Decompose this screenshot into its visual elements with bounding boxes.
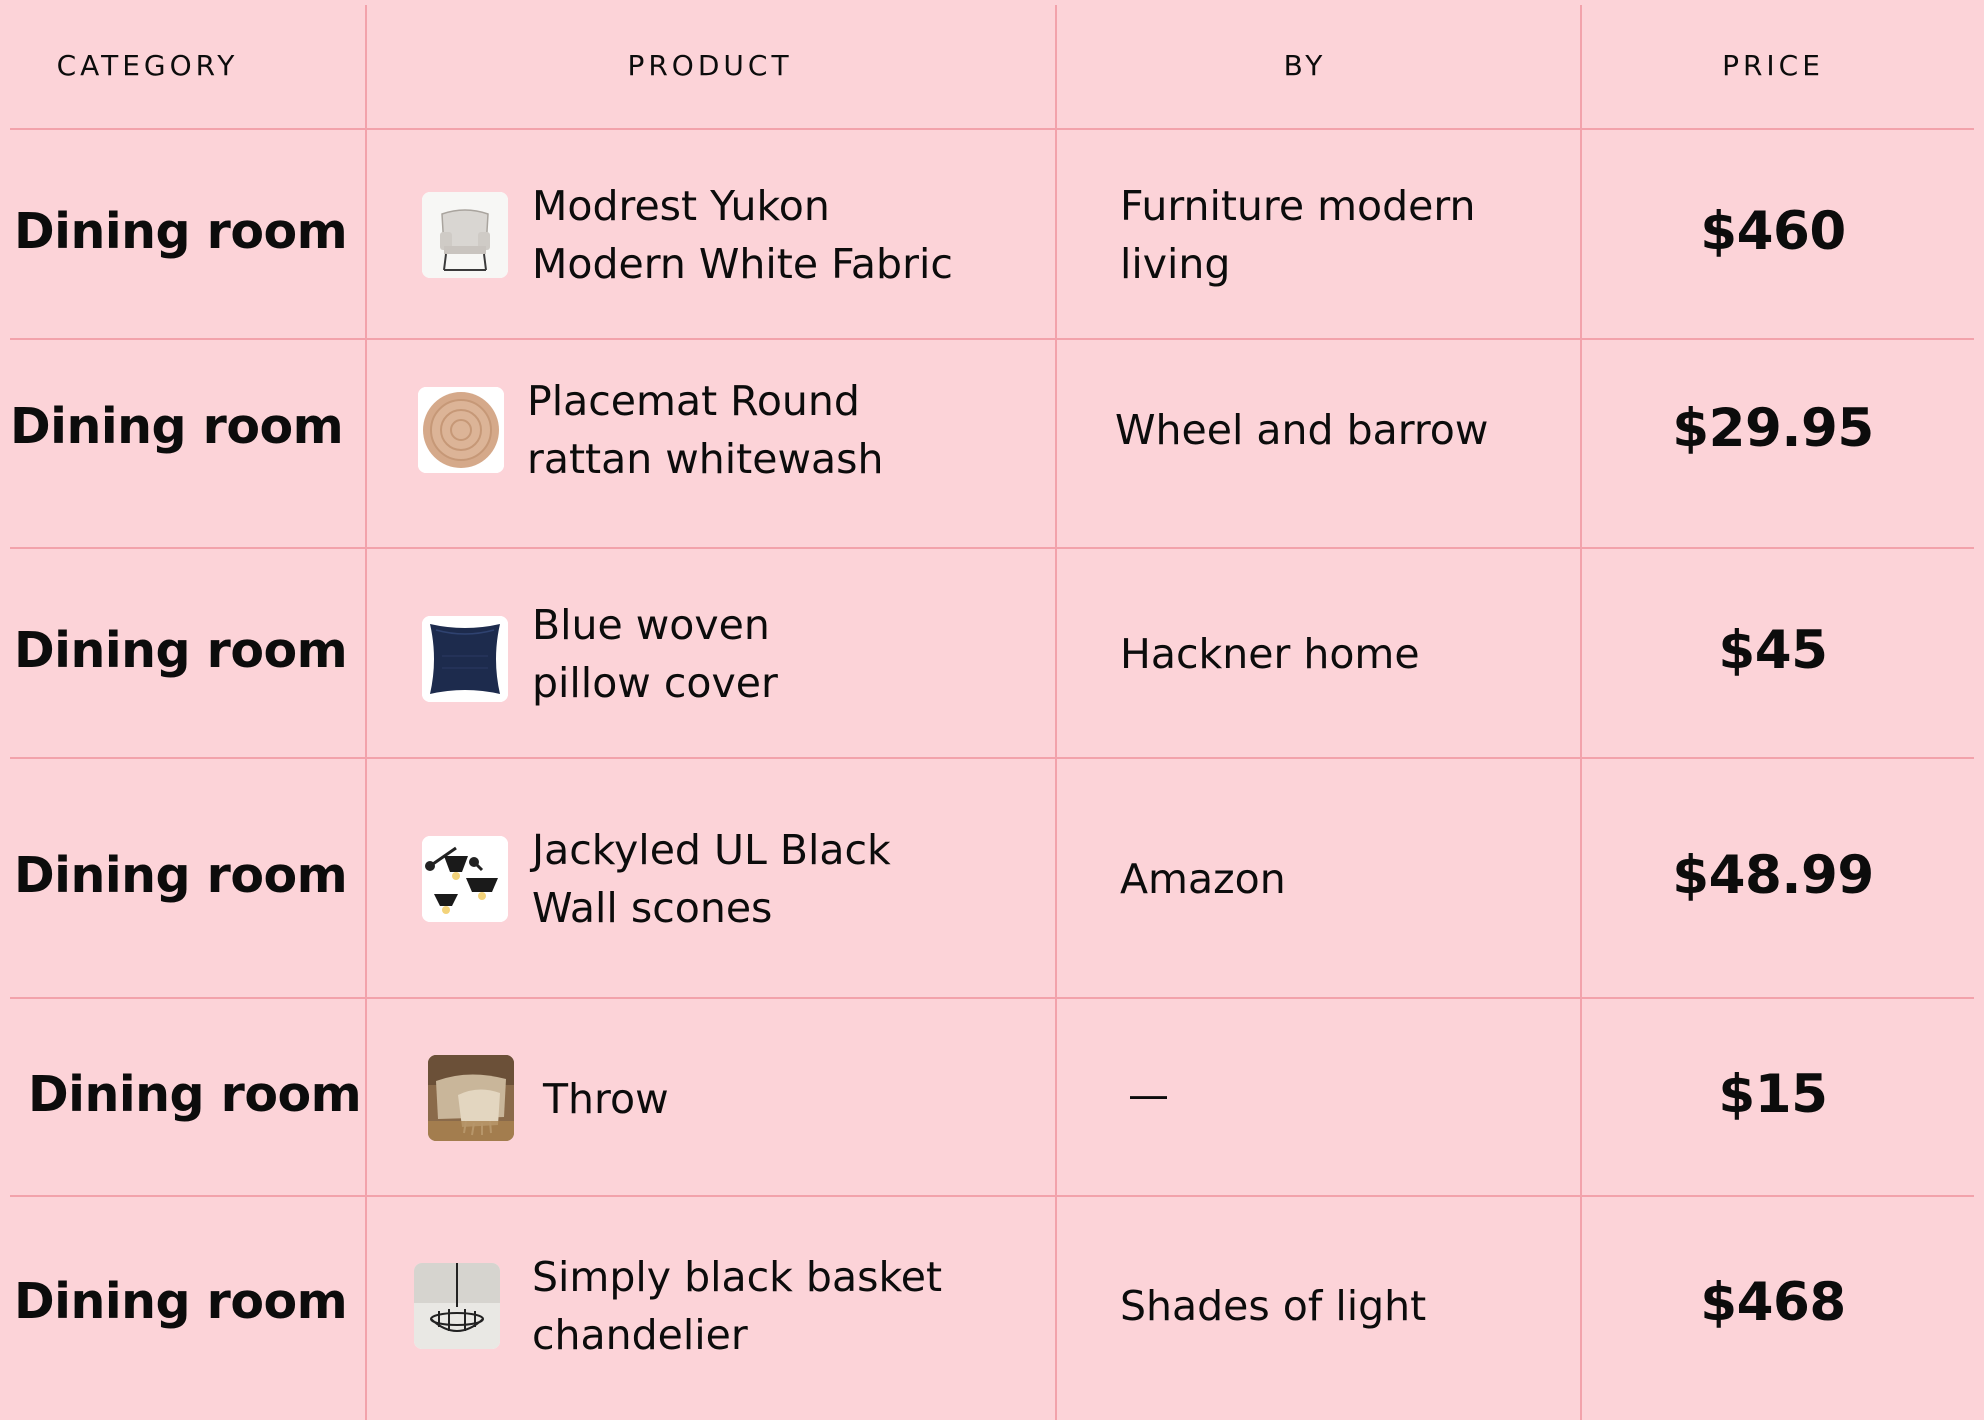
column-divider [365,5,367,1420]
price-cell: $45 [1718,620,1828,681]
row-divider [10,757,1974,759]
header-product: PRODUCT [627,49,793,82]
category-cell: Dining room [14,203,348,260]
price-cell: $15 [1718,1064,1828,1125]
product-name: Blue woven pillow cover [532,601,778,707]
vendor-name: Shades of light [1120,1282,1427,1330]
product-name: Jackyled UL Black Wall scones [532,826,891,932]
category-cell: Dining room [14,1273,348,1330]
product-table: CATEGORY PRODUCT BY PRICE Dining room Mo… [0,0,1984,1420]
pillow-icon [422,616,508,702]
wall-sconce-icon [422,836,508,922]
placemat-icon [418,387,504,473]
price-cell: $460 [1700,201,1846,262]
vendor-name: Wheel and barrow [1115,406,1489,454]
column-divider [1055,5,1057,1420]
category-cell: Dining room [28,1066,362,1123]
row-divider [10,128,1974,130]
row-divider [10,547,1974,549]
category-cell: Dining room [10,398,344,455]
chair-icon [422,192,508,278]
column-divider [1580,5,1582,1420]
row-divider [10,338,1974,340]
header-category: CATEGORY [56,49,239,82]
vendor-name: Furniture modern living [1120,182,1476,288]
price-cell: $48.99 [1672,845,1874,906]
header-by: BY [1283,49,1327,82]
category-cell: Dining room [14,847,348,904]
row-divider [10,1195,1974,1197]
chandelier-icon [414,1263,500,1349]
vendor-name: Amazon [1120,855,1286,903]
row-divider [10,997,1974,999]
vendor-name: — [1128,1071,1169,1119]
product-name: Modrest Yukon Modern White Fabric [532,182,953,288]
product-name: Throw [543,1075,669,1123]
product-name: Simply black basket chandelier [532,1253,943,1359]
header-price: PRICE [1722,49,1824,82]
product-name: Placemat Round rattan whitewash [527,377,884,483]
price-cell: $29.95 [1672,398,1874,459]
vendor-name: Hackner home [1120,630,1420,678]
category-cell: Dining room [14,622,348,679]
price-cell: $468 [1700,1272,1846,1333]
throw-blanket-icon [428,1055,514,1141]
